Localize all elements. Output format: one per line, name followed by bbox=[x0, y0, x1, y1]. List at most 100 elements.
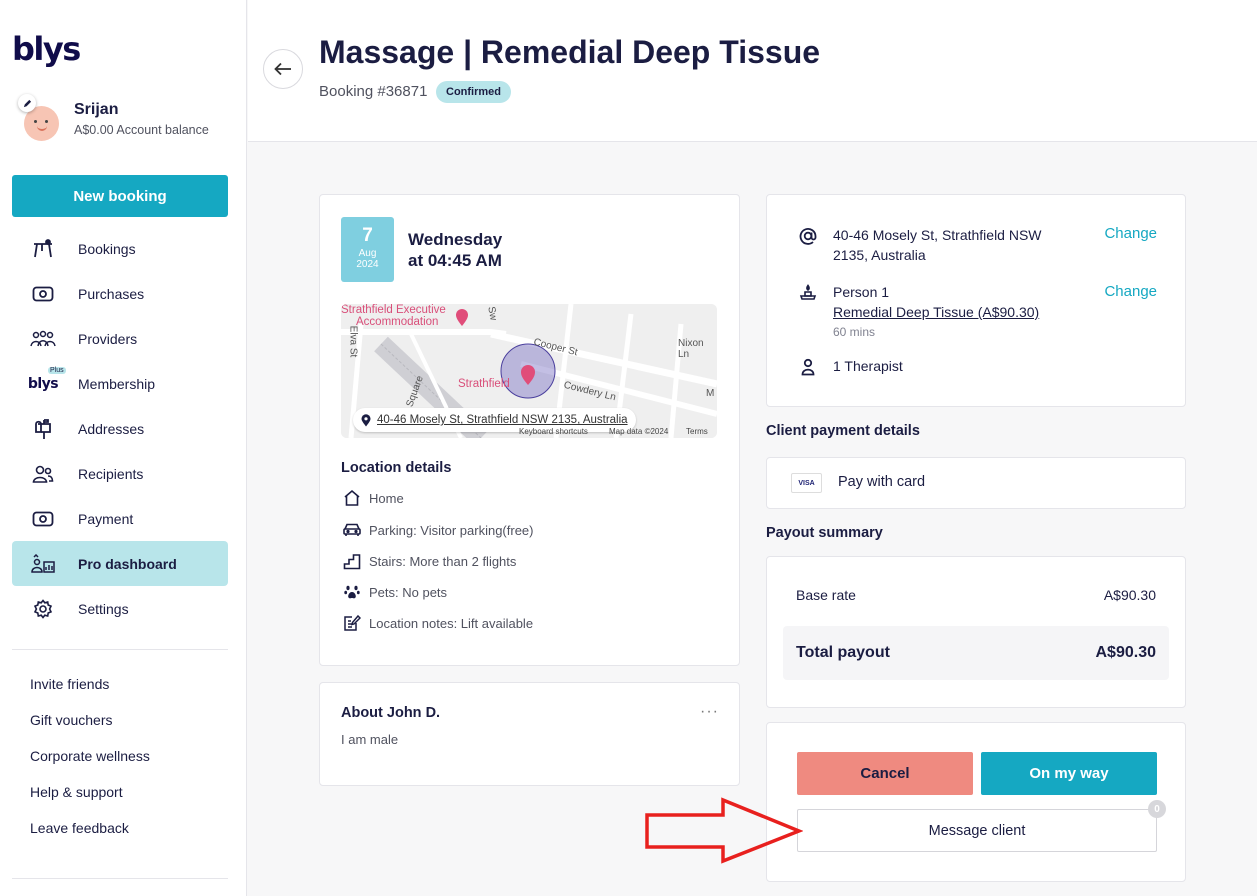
about-client-title: About John D. bbox=[341, 705, 441, 721]
message-client-label: Message client bbox=[928, 822, 1026, 839]
location-map[interactable]: Strathfield Executive Accommodation Stra… bbox=[341, 304, 717, 438]
leave-feedback-link[interactable]: Leave feedback bbox=[30, 810, 150, 846]
back-button[interactable] bbox=[263, 49, 303, 89]
date-tile: 7 Aug 2024 bbox=[341, 217, 394, 282]
location-row-text: Pets: No pets bbox=[369, 584, 448, 600]
base-rate-label: Base rate bbox=[796, 587, 856, 603]
profile-name: Srijan bbox=[74, 101, 119, 118]
map-label-street: Nixon Ln bbox=[678, 338, 704, 360]
map-label-street: Elva St bbox=[347, 325, 359, 358]
service-address-line1: 40-46 Mosely St, Strathfield NSW bbox=[833, 227, 1042, 243]
providers-icon bbox=[28, 330, 58, 348]
visa-card-icon: VISA bbox=[791, 473, 822, 493]
sidebar-item-label: Providers bbox=[78, 330, 138, 347]
map-keyboard-shortcuts[interactable]: Keyboard shortcuts bbox=[519, 427, 588, 436]
sidebar-item-bookings[interactable]: Bookings bbox=[12, 226, 228, 271]
sidebar-item-providers[interactable]: Providers bbox=[12, 316, 228, 361]
more-options-icon[interactable]: ··· bbox=[700, 703, 719, 721]
sidebar-item-payment[interactable]: Payment bbox=[12, 496, 228, 541]
sidebar-item-label: Purchases bbox=[78, 285, 145, 302]
booking-number: Booking #36871 bbox=[319, 83, 428, 100]
sidebar-nav: Bookings Purchases Providers blys Plus M… bbox=[12, 226, 228, 631]
sidebar-item-label: Settings bbox=[78, 600, 129, 617]
map-label-poi: Strathfield Executive bbox=[341, 304, 446, 316]
change-treatment-link[interactable]: Change bbox=[1104, 283, 1157, 300]
annotation-arrow-icon bbox=[645, 797, 803, 864]
map-label-poi: Accommodation bbox=[356, 316, 439, 328]
gift-vouchers-link[interactable]: Gift vouchers bbox=[30, 702, 150, 738]
blys-logo[interactable]: blys bbox=[12, 30, 81, 68]
payment-method-card[interactable]: VISA Pay with card bbox=[766, 457, 1186, 509]
sidebar-item-pro-dashboard[interactable]: Pro dashboard bbox=[12, 541, 228, 586]
map-address-chip[interactable]: 40-46 Mosely St, Strathfield NSW 2135, A… bbox=[353, 408, 636, 432]
corporate-wellness-link[interactable]: Corporate wellness bbox=[30, 738, 150, 774]
service-treatment-row: Person 1 Remedial Deep Tissue (A$90.30) … bbox=[798, 282, 1039, 342]
payment-icon bbox=[28, 511, 58, 527]
edit-pencil-icon[interactable] bbox=[18, 94, 36, 112]
total-payout-value: A$90.30 bbox=[1095, 644, 1157, 661]
date-day: 7 bbox=[362, 225, 373, 246]
sidebar-item-addresses[interactable]: Addresses bbox=[12, 406, 228, 451]
service-address-row: 40-46 Mosely St, Strathfield NSW 2135, A… bbox=[798, 225, 1042, 265]
about-client-text: I am male bbox=[341, 732, 399, 747]
payout-summary-title: Payout summary bbox=[766, 525, 883, 541]
service-treatment-link[interactable]: Remedial Deep Tissue (A$90.30) bbox=[833, 302, 1039, 322]
invite-friends-link[interactable]: Invite friends bbox=[30, 666, 150, 702]
map-label-street: Sw bbox=[485, 305, 499, 322]
avatar[interactable] bbox=[18, 94, 59, 141]
sidebar: blys Srijan A$0.00 Account balance New b… bbox=[0, 0, 247, 896]
candle-icon bbox=[798, 282, 818, 342]
sidebar-item-recipients[interactable]: Recipients bbox=[12, 451, 228, 496]
sidebar-item-settings[interactable]: Settings bbox=[12, 586, 228, 631]
purchases-icon bbox=[28, 286, 58, 302]
sidebar-divider bbox=[12, 878, 228, 879]
sidebar-item-label: Membership bbox=[78, 375, 156, 392]
on-my-way-button[interactable]: On my way bbox=[981, 752, 1157, 795]
paw-icon bbox=[341, 584, 363, 600]
stairs-icon bbox=[341, 552, 363, 570]
booking-time: at 04:45 AM bbox=[408, 251, 502, 270]
location-row-text: Home bbox=[369, 490, 404, 506]
location-row-notes: Location notes: Lift available bbox=[341, 612, 533, 634]
car-icon bbox=[341, 523, 363, 537]
cancel-button[interactable]: Cancel bbox=[797, 752, 973, 795]
sidebar-item-label: Payment bbox=[78, 510, 134, 527]
page-header: Massage | Remedial Deep Tissue Booking #… bbox=[248, 0, 1257, 142]
service-duration: 60 mins bbox=[833, 325, 876, 339]
account-balance: A$0.00 Account balance bbox=[74, 123, 209, 137]
payment-method-label: Pay with card bbox=[838, 474, 926, 490]
page-title: Massage | Remedial Deep Tissue bbox=[319, 34, 821, 70]
sidebar-links: Invite friends Gift vouchers Corporate w… bbox=[30, 666, 150, 846]
notes-icon bbox=[341, 614, 363, 632]
date-month: Aug bbox=[358, 248, 377, 259]
base-rate-value: A$90.30 bbox=[1103, 587, 1156, 603]
new-booking-button[interactable]: New booking bbox=[12, 175, 228, 217]
date-year: 2024 bbox=[356, 259, 379, 270]
map-address-label: 40-46 Mosely St, Strathfield NSW 2135, A… bbox=[377, 414, 628, 426]
sidebar-item-purchases[interactable]: Purchases bbox=[12, 271, 228, 316]
change-address-link[interactable]: Change bbox=[1104, 225, 1157, 242]
location-row-pets: Pets: No pets bbox=[341, 581, 447, 603]
map-terms-link[interactable]: Terms bbox=[686, 427, 708, 436]
mailbox-icon bbox=[28, 418, 58, 440]
location-row-text: Stairs: More than 2 flights bbox=[369, 553, 517, 569]
booking-datetime: Wednesday at 04:45 AM bbox=[408, 229, 502, 271]
therapist-count: 1 Therapist bbox=[833, 358, 903, 374]
location-row-text: Location notes: Lift available bbox=[369, 615, 534, 631]
recipients-icon bbox=[28, 465, 58, 483]
about-client-card: About John D. I am male ··· bbox=[319, 682, 740, 786]
blys-plus-icon-text: blys bbox=[27, 375, 59, 392]
location-row-stairs: Stairs: More than 2 flights bbox=[341, 550, 516, 572]
status-badge: Confirmed bbox=[436, 81, 511, 103]
user-profile[interactable]: Srijan A$0.00 Account balance bbox=[18, 94, 209, 141]
booking-weekday: Wednesday bbox=[408, 230, 503, 249]
help-support-link[interactable]: Help & support bbox=[30, 774, 150, 810]
bookings-icon bbox=[28, 238, 58, 259]
sidebar-item-membership[interactable]: blys Plus Membership bbox=[12, 361, 228, 406]
sidebar-item-label: Bookings bbox=[78, 240, 136, 257]
location-at-icon bbox=[798, 225, 818, 265]
message-client-button[interactable]: Message client 0 bbox=[797, 800, 1166, 852]
location-row-text: Parking: Visitor parking(free) bbox=[369, 522, 534, 538]
sidebar-item-label: Addresses bbox=[78, 420, 145, 437]
location-row-parking: Parking: Visitor parking(free) bbox=[341, 519, 534, 541]
